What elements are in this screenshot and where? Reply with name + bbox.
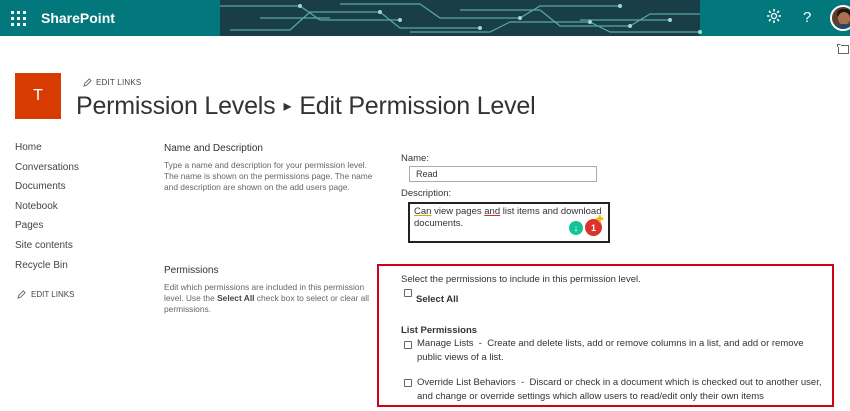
- edit-links-nav[interactable]: EDIT LINKS: [17, 290, 74, 299]
- description-label: Description:: [401, 188, 452, 199]
- desc-text-a: view pages: [431, 206, 485, 217]
- nav-item-documents[interactable]: Documents: [15, 181, 79, 201]
- override-list-behaviors-checkbox[interactable]: [404, 379, 412, 387]
- permission-name: Manage Lists: [417, 338, 474, 349]
- breadcrumb-permission-levels[interactable]: Permission Levels: [76, 92, 276, 120]
- nav-item-home[interactable]: Home: [15, 142, 79, 162]
- edit-links-label: EDIT LINKS: [96, 78, 142, 87]
- avatar[interactable]: [830, 5, 850, 31]
- name-field[interactable]: [409, 166, 597, 182]
- desc-word-and: and: [484, 206, 501, 217]
- focus-mode-icon[interactable]: [837, 44, 850, 55]
- permissions-intro: Select the permissions to include in thi…: [401, 274, 641, 285]
- permission-description: Create and delete lists, add or remove c…: [417, 338, 804, 363]
- site-logo[interactable]: T: [15, 73, 61, 119]
- name-label: Name:: [401, 153, 429, 164]
- pencil-icon: [17, 290, 26, 299]
- name-section-description: Type a name and description for your per…: [164, 160, 373, 192]
- gear-icon[interactable]: [766, 8, 782, 30]
- breadcrumb-separator-icon: ▸: [283, 98, 292, 115]
- notification-badge[interactable]: 1 ✚: [585, 214, 604, 236]
- desc-word-can: Can: [414, 206, 432, 217]
- permission-item-override-list-behaviors[interactable]: Override List Behaviors - Discard or che…: [417, 376, 832, 404]
- help-icon[interactable]: ?: [803, 8, 811, 28]
- edit-links-nav-label: EDIT LINKS: [31, 290, 75, 299]
- breadcrumb-current: Edit Permission Level: [299, 92, 536, 120]
- page-title: Permission Levels ▸ Edit Permission Level: [76, 92, 536, 121]
- list-permissions-header: List Permissions: [401, 325, 478, 336]
- grammarly-icon[interactable]: ↓: [569, 221, 583, 235]
- name-section-title: Name and Description: [164, 143, 263, 154]
- app-launcher-icon[interactable]: [0, 0, 36, 36]
- permission-item-manage-lists[interactable]: Manage Lists - Create and delete lists, …: [417, 337, 822, 365]
- suite-bar: SharePoint ?: [0, 0, 850, 36]
- permissions-section-description: Edit which permissions are included in t…: [164, 282, 369, 314]
- nav-item-notebook[interactable]: Notebook: [15, 201, 79, 221]
- manage-lists-checkbox[interactable]: [404, 341, 412, 349]
- brand-name[interactable]: SharePoint: [41, 10, 115, 26]
- permissions-section-title: Permissions: [164, 265, 219, 276]
- circuit-banner-art: [160, 0, 770, 36]
- nav-item-site-contents[interactable]: Site contents: [15, 240, 79, 260]
- select-all-checkbox[interactable]: [404, 289, 412, 297]
- select-all-label[interactable]: Select All: [416, 293, 458, 307]
- edit-links-header[interactable]: EDIT LINKS: [83, 78, 141, 87]
- left-navigation: Home Conversations Documents Notebook Pa…: [15, 142, 79, 279]
- permission-name: Override List Behaviors: [417, 377, 516, 388]
- site-logo-letter: T: [33, 87, 43, 104]
- nav-item-recycle-bin[interactable]: Recycle Bin: [15, 260, 79, 280]
- nav-item-conversations[interactable]: Conversations: [15, 162, 79, 182]
- pencil-icon: [83, 78, 92, 87]
- nav-item-pages[interactable]: Pages: [15, 220, 79, 240]
